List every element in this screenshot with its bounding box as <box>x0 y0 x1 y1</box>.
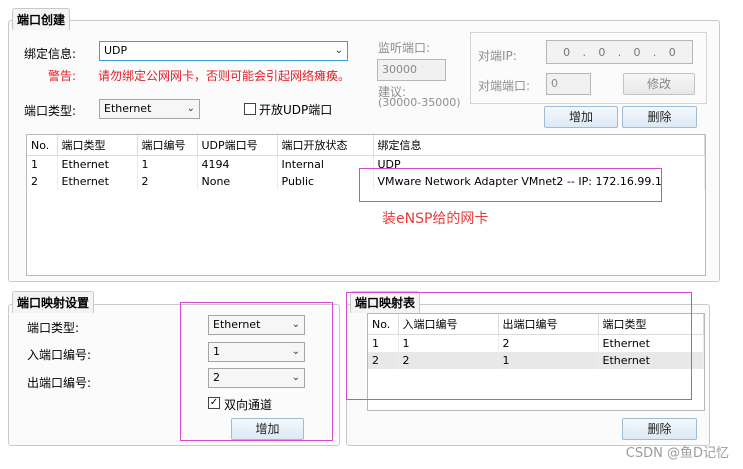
modify-button[interactable]: 修改 <box>623 73 695 95</box>
peer-ip-input[interactable]: 0. 0. 0. 0 <box>546 40 693 64</box>
add-port-button[interactable]: 增加 <box>544 106 618 128</box>
port-type-select[interactable]: Ethernet ⌄ <box>99 99 200 119</box>
col-header[interactable]: 端口类型 <box>57 135 138 156</box>
cell: 2 <box>27 172 58 190</box>
watermark: CSDN @鱼D记忆 <box>625 446 729 461</box>
bind-info-select[interactable]: UDP ⌄ <box>99 41 348 61</box>
annotation-text: 装eNSP给的网卡 <box>382 211 489 227</box>
ip-dot: . <box>617 45 622 59</box>
port-mapping-settings-title: 端口映射设置 <box>12 291 95 313</box>
open-udp-checkbox[interactable] <box>244 103 256 115</box>
ip-octet-4: 0 <box>668 45 676 59</box>
col-header[interactable]: 绑定信息 <box>373 135 705 156</box>
chevron-down-icon: ⌄ <box>186 103 195 114</box>
peer-ip-label: 对端IP: <box>478 49 517 63</box>
annotation-box-mapping-table <box>346 292 692 400</box>
chevron-down-icon: ⌄ <box>334 45 343 56</box>
col-header[interactable]: 端口编号 <box>137 135 198 156</box>
port-type-label: 端口类型: <box>24 104 77 118</box>
in-port-label: 入端口编号: <box>27 348 92 362</box>
cell: 1 <box>27 155 58 173</box>
annotation-box-adapter <box>359 168 662 202</box>
ip-octet-3: 0 <box>633 45 641 59</box>
port-type-value: Ethernet <box>104 102 152 115</box>
warning-text: 请勿绑定公网网卡，否则可能会引起网络瘫痪。 <box>98 69 351 83</box>
peer-port-label: 对端端口: <box>478 79 531 93</box>
listen-port-label: 监听端口: <box>378 41 431 55</box>
table-header-row: No. 端口类型 端口编号 UDP端口号 端口开放状态 绑定信息 <box>27 135 705 156</box>
port-create-title: 端口创建 <box>12 8 71 30</box>
col-header[interactable]: 端口开放状态 <box>277 135 374 156</box>
cell: 4194 <box>197 155 278 173</box>
peer-port-input[interactable]: 0 <box>546 73 591 95</box>
col-header[interactable]: UDP端口号 <box>197 135 278 156</box>
suggest-range: (30000-35000) <box>378 96 461 109</box>
ip-octet-2: 0 <box>598 45 606 59</box>
cell: 2 <box>137 172 198 190</box>
cell: 1 <box>137 155 198 173</box>
cell: Ethernet <box>57 172 138 190</box>
bind-info-label: 绑定信息: <box>24 47 77 61</box>
ip-dot: . <box>582 45 587 59</box>
delete-mapping-button[interactable]: 删除 <box>622 418 697 440</box>
annotation-box-mapping-settings <box>180 302 333 441</box>
cell: None <box>197 172 278 190</box>
listen-port-input[interactable]: 30000 <box>377 59 446 81</box>
map-port-type-label: 端口类型: <box>27 321 80 335</box>
delete-port-button[interactable]: 删除 <box>622 106 697 128</box>
ip-dot: . <box>652 45 657 59</box>
ip-octet-1: 0 <box>563 45 571 59</box>
warning-label: 警告: <box>48 69 77 83</box>
out-port-label: 出端口编号: <box>27 376 92 390</box>
port-table[interactable]: No. 端口类型 端口编号 UDP端口号 端口开放状态 绑定信息 1 Ether… <box>26 134 706 276</box>
open-udp-label: 开放UDP端口 <box>259 103 333 117</box>
cell: Ethernet <box>57 155 138 173</box>
col-header[interactable]: No. <box>27 135 58 156</box>
bind-info-value: UDP <box>104 44 128 57</box>
